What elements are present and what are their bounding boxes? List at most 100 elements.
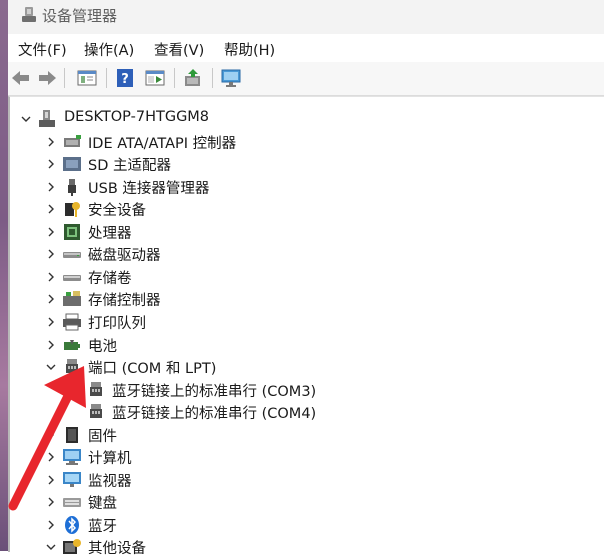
window-title: 设备管理器: [42, 7, 118, 25]
show-hide-tree-icon[interactable]: [144, 67, 166, 89]
tree-category-keyboard[interactable]: 键盘: [10, 491, 600, 513]
chevron-right-icon[interactable]: [44, 176, 58, 198]
category-label: 处理器: [88, 225, 132, 242]
category-label: SD 主适配器: [88, 158, 171, 175]
device-tree[interactable]: DESKTOP-7HTGGM8 IDE ATA/ATAPI 控制器 SD 主适配器…: [8, 96, 604, 557]
tree-category-battery[interactable]: 电池: [10, 334, 600, 356]
keyboard-icon: [63, 498, 81, 508]
computer-name-label: DESKTOP-7HTGGM8: [64, 109, 210, 125]
device-label: 蓝牙链接上的标准串行 (COM4): [112, 406, 317, 423]
tree-category-security-key[interactable]: 安全设备: [10, 198, 600, 220]
toolbar: ?: [8, 62, 604, 96]
storage-volume-icon: [63, 274, 81, 281]
computer-root-icon: [39, 110, 55, 127]
security-key-icon: [65, 202, 80, 218]
processor-icon: [64, 223, 80, 240]
toolbar-separator: [212, 68, 213, 88]
tree-category-port[interactable]: 端口 (COM 和 LPT): [10, 356, 600, 378]
scan-hardware-icon[interactable]: [220, 67, 242, 89]
computer-icon: [63, 449, 81, 466]
serial-port-device-icon: [90, 381, 102, 396]
category-label: 固件: [88, 428, 117, 445]
port-icon: [66, 359, 78, 374]
chevron-right-icon[interactable]: [44, 424, 58, 446]
ide-controller-icon: [64, 134, 81, 147]
update-driver-icon[interactable]: [182, 67, 204, 89]
menu-help[interactable]: 帮助(H): [222, 39, 277, 60]
chevron-right-icon[interactable]: [44, 469, 58, 491]
category-label: IDE ATA/ATAPI 控制器: [88, 135, 237, 152]
category-label: 电池: [88, 338, 117, 355]
chevron-right-icon[interactable]: [44, 243, 58, 265]
chevron-right-icon[interactable]: [44, 131, 58, 153]
svg-text:?: ?: [121, 72, 129, 87]
chevron-right-icon[interactable]: [44, 266, 58, 288]
tree-category-other-devices[interactable]: 其他设备: [10, 536, 600, 558]
category-label: USB 连接器管理器: [88, 180, 210, 197]
tree-category-firmware[interactable]: 固件: [10, 424, 600, 446]
tree-category-processor[interactable]: 处理器: [10, 221, 600, 243]
tree-category-bluetooth[interactable]: 蓝牙: [10, 514, 600, 536]
tree-category-storage-volume[interactable]: 存储卷: [10, 266, 600, 288]
category-label: 蓝牙: [88, 518, 117, 535]
bluetooth-icon: [65, 515, 79, 534]
chevron-right-icon[interactable]: [44, 288, 58, 310]
other-devices-icon: [63, 539, 81, 555]
chevron-down-icon[interactable]: [44, 536, 58, 558]
chevron-down-icon[interactable]: [19, 108, 33, 130]
tree-category-disk-drive[interactable]: 磁盘驱动器: [10, 243, 600, 265]
chevron-right-icon[interactable]: [44, 153, 58, 175]
category-label: 其他设备: [88, 541, 146, 558]
help-icon[interactable]: ?: [114, 67, 136, 89]
disk-drive-icon: [63, 252, 81, 259]
category-label: 存储控制器: [88, 293, 161, 310]
storage-controller-icon: [63, 291, 81, 307]
tree-device-serial-1[interactable]: 蓝牙链接上的标准串行 (COM4): [10, 401, 600, 423]
properties-icon[interactable]: [76, 67, 98, 89]
firmware-icon: [66, 426, 78, 443]
menu-file[interactable]: 文件(F): [16, 39, 69, 60]
chevron-right-icon[interactable]: [44, 334, 58, 356]
printer-icon: [63, 313, 81, 331]
toolbar-separator: [64, 68, 65, 88]
toolbar-separator: [106, 68, 107, 88]
desktop-background-strip: [0, 0, 8, 551]
chevron-right-icon[interactable]: [44, 311, 58, 333]
category-label: 监视器: [88, 473, 132, 490]
serial-port-device-icon: [90, 404, 102, 419]
chevron-right-icon[interactable]: [44, 221, 58, 243]
chevron-right-icon[interactable]: [44, 514, 58, 536]
chevron-right-icon[interactable]: [44, 198, 58, 220]
category-label: 存储卷: [88, 270, 132, 287]
tree-category-monitor[interactable]: 监视器: [10, 469, 600, 491]
category-label: 端口 (COM 和 LPT): [88, 361, 217, 378]
toolbar-separator: [174, 68, 175, 88]
chevron-down-icon[interactable]: [44, 356, 58, 378]
tree-category-usb-connector[interactable]: USB 连接器管理器: [10, 176, 600, 198]
device-manager-icon: [22, 7, 36, 22]
category-label: 打印队列: [88, 315, 146, 332]
category-label: 计算机: [88, 451, 132, 468]
category-label: 安全设备: [88, 203, 146, 220]
menu-bar: 文件(F) 操作(A) 查看(V) 帮助(H): [8, 34, 604, 63]
tree-category-printer[interactable]: 打印队列: [10, 311, 600, 333]
tree-category-sd-adapter[interactable]: SD 主适配器: [10, 153, 600, 175]
category-label: 键盘: [88, 496, 117, 513]
sd-adapter-icon: [63, 157, 81, 172]
tree-root[interactable]: DESKTOP-7HTGGM8: [10, 108, 600, 130]
device-label: 蓝牙链接上的标准串行 (COM3): [112, 383, 317, 400]
category-label: 磁盘驱动器: [88, 248, 161, 265]
tree-device-serial-0[interactable]: 蓝牙链接上的标准串行 (COM3): [10, 379, 600, 401]
usb-connector-icon: [68, 178, 76, 196]
title-bar: 设备管理器: [8, 0, 604, 34]
back-icon[interactable]: [10, 67, 32, 89]
chevron-right-icon[interactable]: [44, 446, 58, 468]
menu-view[interactable]: 查看(V): [152, 39, 206, 60]
tree-category-ide-controller[interactable]: IDE ATA/ATAPI 控制器: [10, 131, 600, 153]
monitor-icon: [63, 471, 81, 487]
tree-category-storage-controller[interactable]: 存储控制器: [10, 288, 600, 310]
tree-category-computer[interactable]: 计算机: [10, 446, 600, 468]
forward-icon[interactable]: [36, 67, 58, 89]
chevron-right-icon[interactable]: [44, 491, 58, 513]
menu-action[interactable]: 操作(A): [82, 39, 136, 60]
